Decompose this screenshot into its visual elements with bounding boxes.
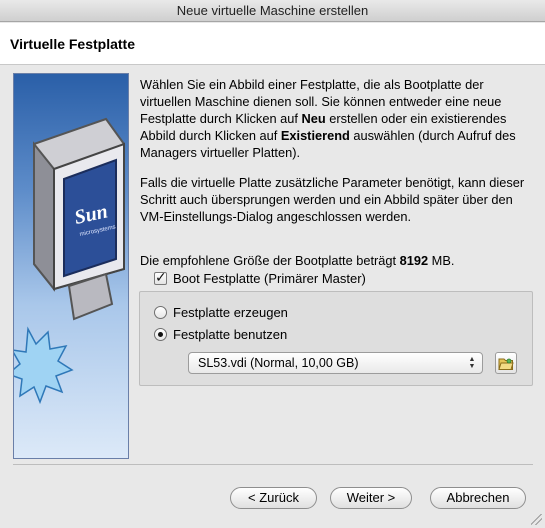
cancel-button[interactable]: Abbrechen (430, 487, 526, 509)
recommended-size-value: 8192 (399, 253, 429, 268)
next-button[interactable]: Weiter > (330, 487, 412, 509)
create-disk-option[interactable]: Festplatte erzeugen (154, 304, 288, 320)
virtualbox-wizard-image: Sun microsystems (13, 73, 129, 459)
back-button[interactable]: < Zurück (230, 487, 317, 509)
window-titlebar: Neue virtuelle Maschine erstellen (0, 0, 545, 22)
wizard-header: Virtuelle Festplatte (0, 23, 545, 65)
boot-disk-checkbox-row[interactable]: Boot Festplatte (Primärer Master) (154, 269, 366, 286)
disk-image-select[interactable]: SL53.vdi (Normal, 10,00 GB) ▲ ▼ (188, 352, 483, 374)
window-title: Neue virtuelle Maschine erstellen (176, 3, 369, 18)
recommended-size-text: Die empfohlene Größe der Bootplatte betr… (140, 253, 455, 268)
footer-separator (13, 464, 533, 465)
use-disk-label: Festplatte benutzen (173, 326, 288, 342)
page-title: Virtuelle Festplatte (10, 36, 136, 52)
create-disk-radio[interactable] (154, 305, 167, 319)
disk-options-group: Festplatte erzeugen Festplatte benutzen … (139, 291, 533, 386)
disk-image-select-value: SL53.vdi (Normal, 10,00 GB) (198, 356, 359, 370)
resize-grip[interactable] (531, 514, 542, 525)
wizard-content: Sun microsystems Wählen Sie ein Abbild e… (0, 66, 545, 528)
create-disk-label: Festplatte erzeugen (173, 304, 288, 320)
folder-open-icon (498, 358, 514, 370)
use-disk-radio[interactable] (154, 327, 167, 341)
up-down-arrows-icon: ▲ ▼ (468, 356, 476, 370)
new-keyword: Neu (301, 111, 326, 126)
parameters-paragraph: Falls die virtuelle Platte zusätzliche P… (140, 175, 525, 224)
boot-disk-checkbox[interactable] (154, 269, 167, 286)
use-disk-option[interactable]: Festplatte benutzen (154, 326, 287, 342)
virtualbox-monitor-icon: Sun microsystems (14, 117, 125, 405)
open-disk-manager-button[interactable] (495, 352, 517, 374)
boot-disk-checkbox-label: Boot Festplatte (Primärer Master) (173, 270, 366, 286)
intro-paragraph: Wählen Sie ein Abbild einer Festplatte, … (140, 77, 516, 160)
existing-keyword: Existierend (280, 128, 350, 143)
